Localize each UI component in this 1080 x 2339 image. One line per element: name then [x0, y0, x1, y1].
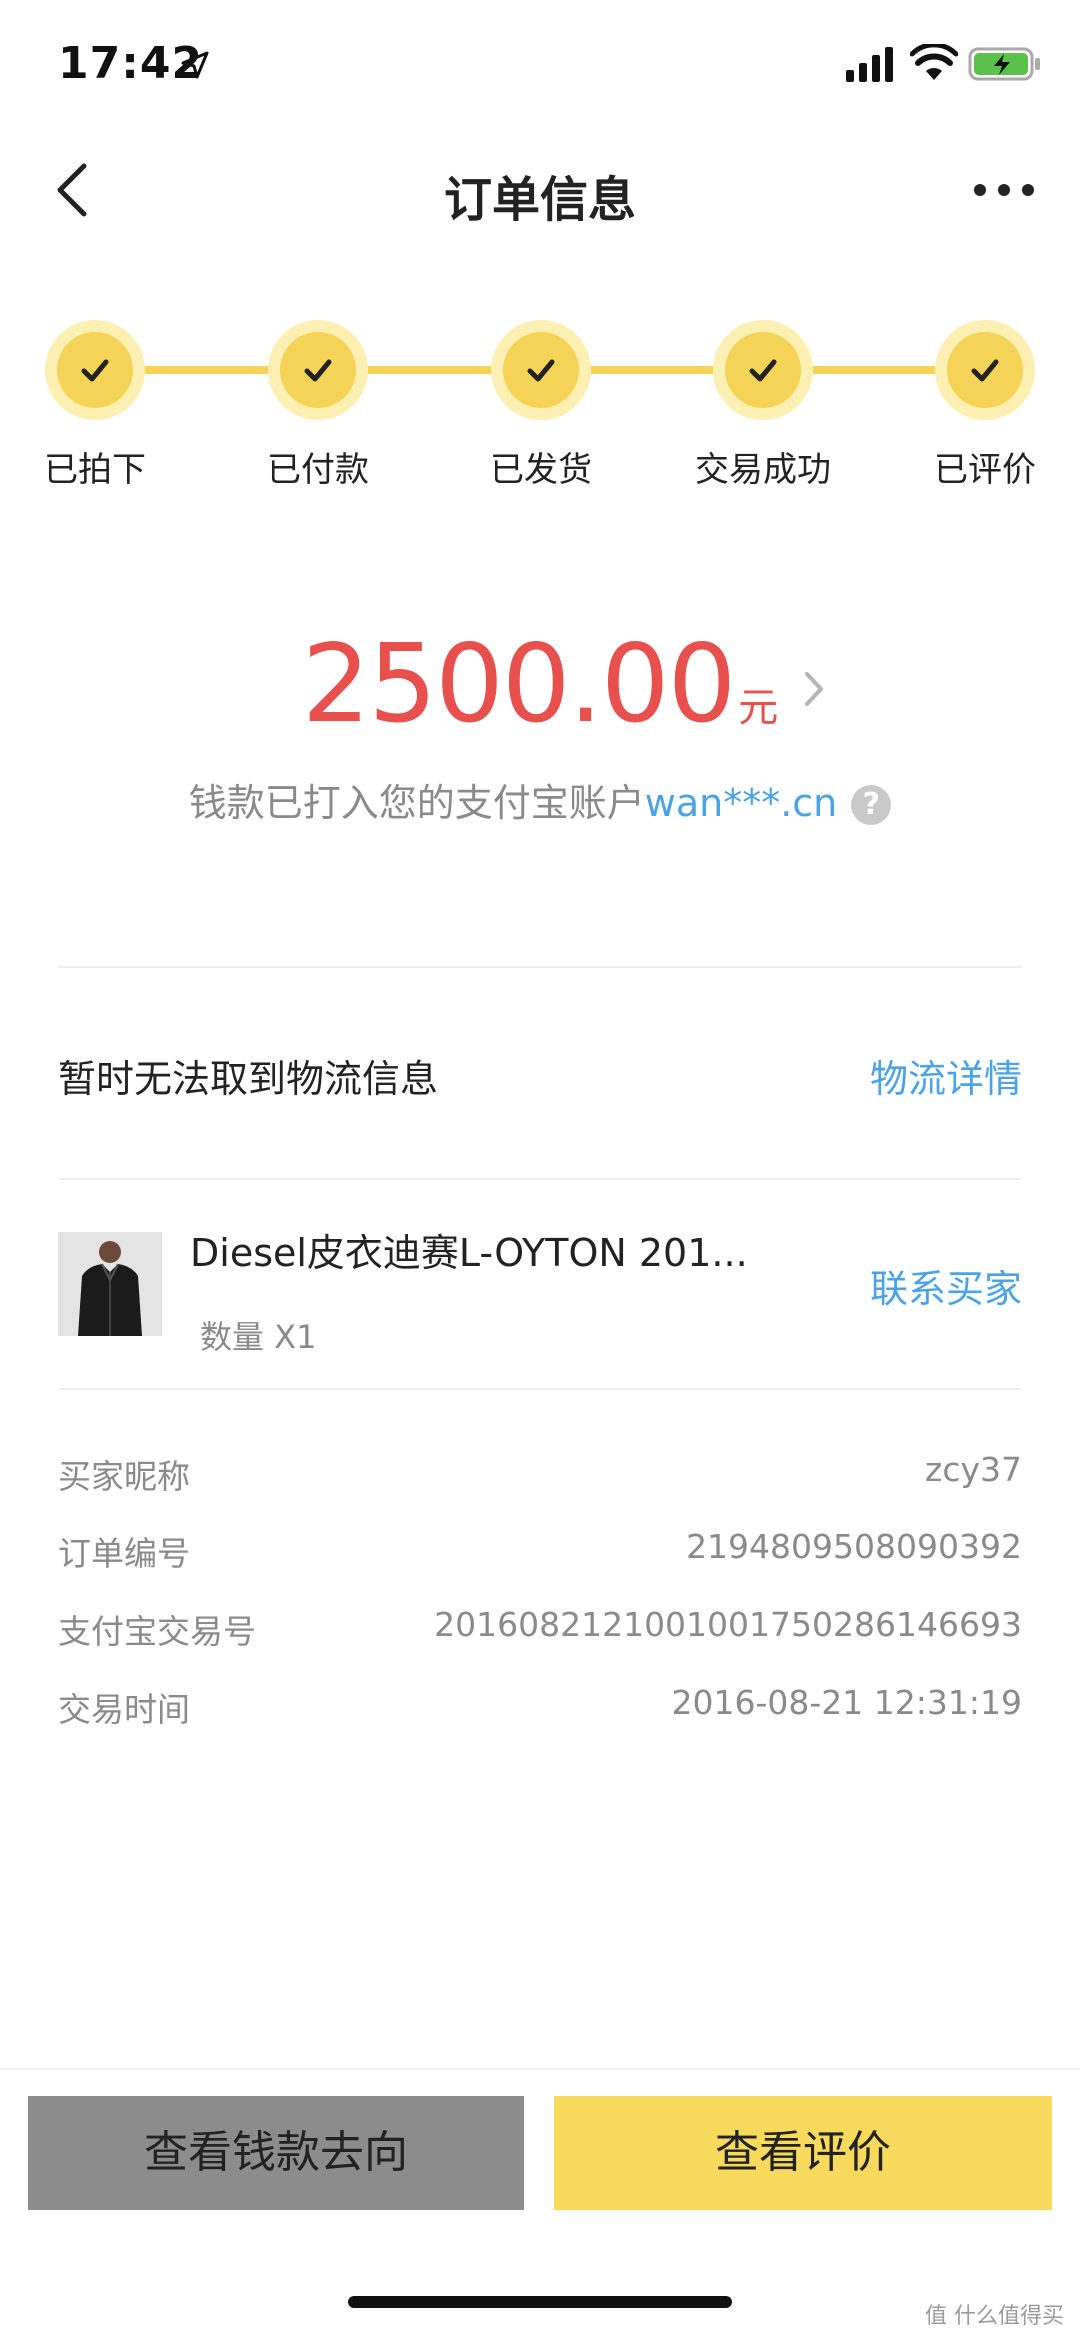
page-title: 订单信息: [443, 172, 636, 228]
contact-buyer-link[interactable]: 联系买家: [870, 1258, 1022, 1313]
info-label-buyer-nickname: 买家昵称: [58, 1457, 190, 1496]
view-review-button[interactable]: 查看评价: [554, 2096, 1052, 2210]
alipay-account[interactable]: wan***.cn: [645, 781, 838, 825]
amount-row[interactable]: 2500.00 元: [0, 622, 1080, 747]
step-3-check-icon: [491, 320, 591, 420]
info-value-alipay-trade-number: 2016082121001001750286146693: [434, 1605, 1022, 1644]
watermark: 值 什么值得买: [925, 2304, 1064, 2329]
divider: [58, 966, 1022, 968]
logistics-status: 暂时无法取到物流信息: [58, 1057, 439, 1101]
info-label-trade-time: 交易时间: [58, 1690, 190, 1729]
step-label-reviewed: 已评价: [934, 450, 1036, 490]
amount-value: 2500.00: [301, 622, 737, 747]
product-thumbnail[interactable]: [58, 1232, 162, 1336]
leather-jacket-image: [58, 1232, 162, 1336]
chevron-right-icon[interactable]: [800, 668, 828, 710]
info-value-order-number: 2194809508090392: [686, 1527, 1022, 1566]
step-label-placed: 已拍下: [44, 450, 146, 490]
home-indicator[interactable]: [348, 2296, 732, 2308]
step-4-check-icon: [713, 320, 813, 420]
wifi-icon: [910, 44, 958, 80]
step-label-paid: 已付款: [267, 450, 369, 490]
divider: [58, 1178, 1022, 1180]
battery-charging-icon: [968, 47, 1040, 81]
amount-unit: 元: [738, 685, 779, 731]
product-quantity: 数量 X1: [200, 1318, 317, 1356]
info-label-order-number: 订单编号: [58, 1534, 190, 1573]
step-label-completed: 交易成功: [695, 450, 831, 490]
step-label-shipped: 已发货: [490, 450, 592, 490]
step-1-check-icon: [45, 320, 145, 420]
logistics-details-link[interactable]: 物流详情: [870, 1048, 1022, 1103]
settlement-text: 钱款已打入您的支付宝账户: [188, 781, 645, 825]
help-icon[interactable]: ?: [851, 785, 892, 825]
step-2-check-icon: [268, 320, 368, 420]
location-arrow-icon: [181, 51, 209, 79]
info-value-trade-time: 2016-08-21 12:31:19: [671, 1683, 1022, 1722]
bottom-bar-divider: [0, 2068, 1080, 2070]
view-funds-button[interactable]: 查看钱款去向: [28, 2096, 524, 2210]
info-label-alipay-trade-number: 支付宝交易号: [58, 1612, 256, 1651]
product-title[interactable]: Diesel皮衣迪赛L-OYTON 201...: [190, 1222, 748, 1277]
step-5-check-icon: [935, 320, 1035, 420]
cellular-signal-icon: [846, 47, 893, 82]
settlement-note: 钱款已打入您的支付宝账户wan***.cn?: [0, 772, 1080, 827]
info-value-buyer-nickname: zcy37: [925, 1450, 1022, 1489]
divider: [58, 1388, 1022, 1390]
more-options-icon[interactable]: [972, 178, 1036, 202]
